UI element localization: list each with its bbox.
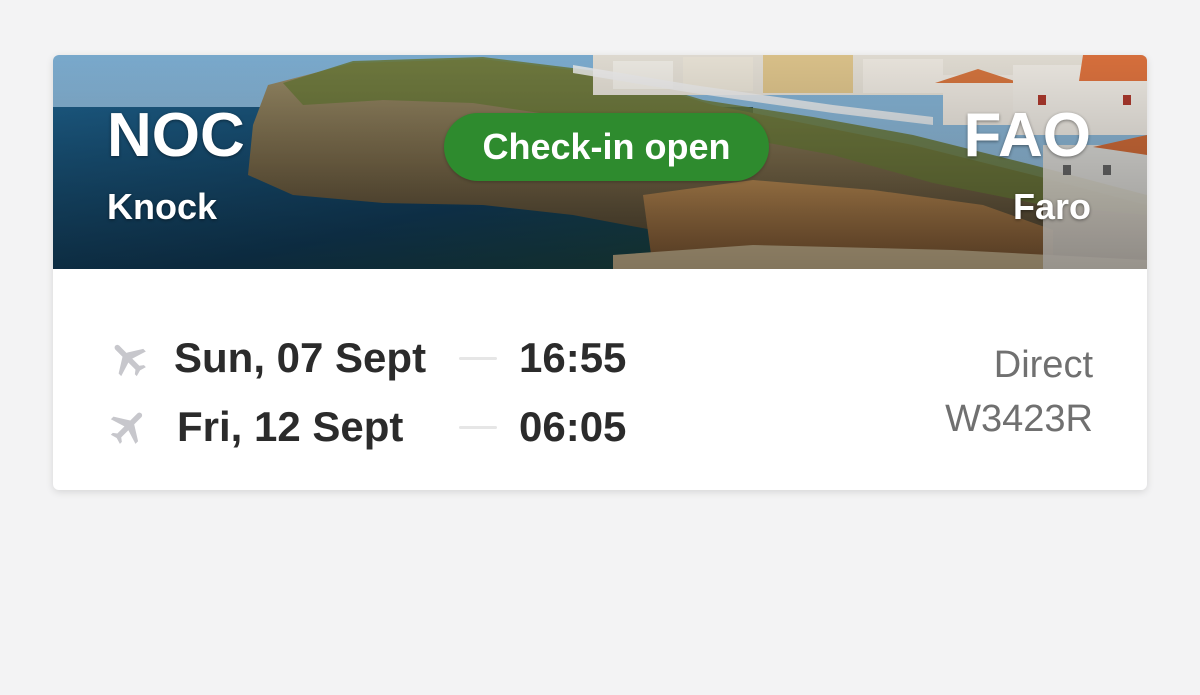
origin-city-name: Knock — [107, 186, 218, 227]
outbound-date: Sun, 07 Sept — [174, 334, 427, 381]
separator-dash — [459, 357, 497, 360]
destination-airport-code: FAO — [963, 101, 1091, 170]
plane-departure-icon — [107, 336, 151, 380]
origin-airport-code: NOC — [107, 101, 245, 170]
check-in-status-badge[interactable]: Check-in open — [444, 113, 769, 181]
destination-city-name: Faro — [1012, 186, 1091, 227]
return-flight-row: Fri, 12 Sept 06:05 — [53, 397, 753, 457]
booking-card[interactable]: NOC Knock Check-in open FAO Faro Sun, 07… — [53, 55, 1147, 490]
separator-dash — [459, 426, 497, 429]
outbound-time: 16:55 — [519, 334, 627, 381]
return-date: Fri, 12 Sept — [177, 403, 404, 450]
return-time: 06:05 — [519, 403, 627, 450]
booking-reference: W3423R — [945, 398, 1093, 440]
plane-arrival-icon — [107, 405, 151, 449]
destination-hero-image: NOC Knock Check-in open FAO Faro — [53, 55, 1147, 269]
flight-type-label: Direct — [993, 344, 1093, 386]
outbound-flight-row: Sun, 07 Sept 16:55 — [53, 328, 753, 388]
